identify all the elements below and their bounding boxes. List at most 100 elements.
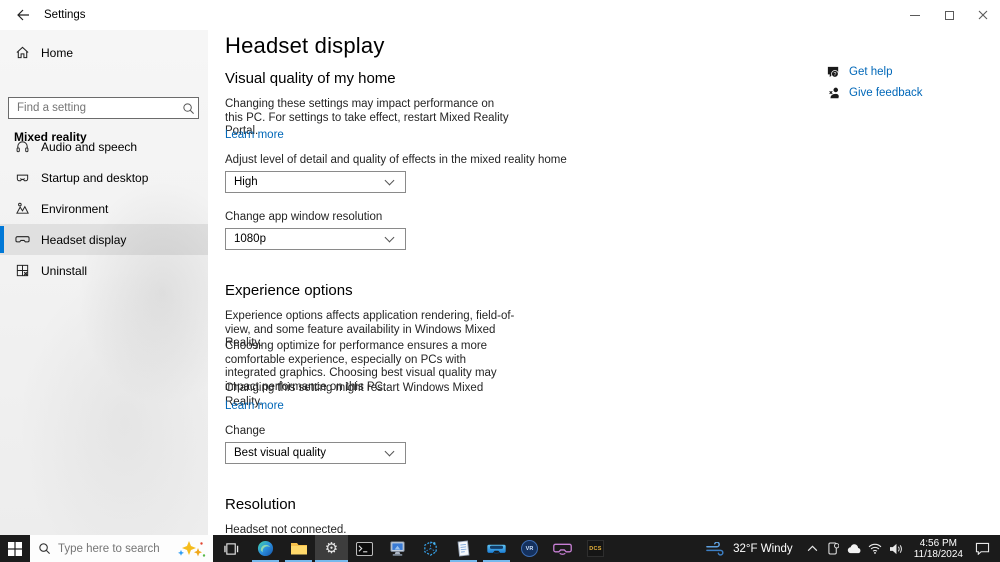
command-prompt-icon [356, 541, 373, 556]
get-help-label: Get help [849, 65, 893, 78]
give-feedback-link[interactable]: Give feedback [826, 85, 923, 100]
taskbar-search-input[interactable] [51, 542, 177, 555]
onedrive-tray-icon[interactable] [846, 535, 863, 562]
give-feedback-icon [826, 85, 841, 100]
speaker-icon [890, 543, 903, 554]
copilot-sparkle-icon[interactable] [177, 540, 207, 558]
settings-sidebar: Home Mixed reality Audio and speech Star… [0, 30, 208, 535]
audio-speech-icon [14, 139, 30, 155]
start-button[interactable] [0, 535, 30, 562]
taskbar-clock[interactable]: 4:56 PM 11/18/2024 [907, 538, 970, 560]
learn-more-link-2[interactable]: Learn more [225, 400, 284, 412]
taskbar-app-dcs[interactable]: DCS [579, 535, 612, 562]
change-label: Change [225, 425, 266, 437]
taskbar-app-vr-headset-tool[interactable] [546, 535, 579, 562]
settings-gear-icon: ⚙ [324, 540, 339, 557]
sidebar-item-label: Environment [41, 201, 109, 216]
minimize-button[interactable] [898, 0, 932, 30]
action-center-icon [975, 542, 989, 555]
windows-logo-icon [8, 541, 22, 556]
chevron-down-icon [384, 175, 395, 186]
minimize-icon [910, 14, 920, 16]
uninstall-icon [14, 263, 30, 279]
sidebar-item-uninstall[interactable]: Uninstall [0, 255, 208, 286]
get-help-link[interactable]: ? Get help [826, 64, 892, 79]
chevron-down-icon [384, 446, 395, 457]
sidebar-item-environment[interactable]: Environment [0, 193, 208, 224]
experience-options-heading: Experience options [225, 282, 353, 299]
detail-quality-dropdown[interactable]: High [225, 171, 406, 193]
sidebar-item-label: Startup and desktop [41, 170, 149, 185]
task-view-button[interactable] [213, 535, 249, 562]
back-arrow-icon [17, 9, 29, 21]
file-explorer-icon [290, 543, 307, 555]
vr-app-icon: VR [521, 540, 538, 557]
taskbar-search[interactable] [30, 535, 213, 562]
windy-weather-icon [706, 541, 724, 556]
sidebar-item-label: Headset display [41, 232, 127, 247]
title-bar: Settings [0, 0, 1000, 30]
sidebar-item-home[interactable]: Home [0, 37, 208, 68]
remote-computer-icon [390, 540, 405, 556]
environment-icon [14, 201, 30, 217]
back-button[interactable] [6, 0, 40, 30]
search-input[interactable] [9, 102, 178, 114]
settings-window: Settings Home Mixed reality [0, 0, 1000, 562]
cloud-icon [847, 543, 861, 553]
sidebar-item-label: Uninstall [41, 263, 88, 278]
sidebar-item-label: Home [41, 45, 74, 60]
phone-link-tray-icon[interactable] [825, 535, 842, 562]
app-resolution-value: 1080p [234, 233, 266, 245]
taskbar-app-notepad[interactable] [447, 535, 480, 562]
sidebar-item-headset-display[interactable]: Headset display [0, 224, 208, 255]
wifi-icon [868, 543, 882, 554]
volume-tray-icon[interactable] [888, 535, 905, 562]
taskbar-app-3d-viewer[interactable] [414, 535, 447, 562]
maximize-button[interactable] [932, 0, 966, 30]
clock-date: 11/18/2024 [913, 548, 963, 560]
taskbar-app-file-explorer[interactable] [282, 535, 315, 562]
vr-headset-outline-icon [553, 543, 572, 555]
resolution-heading: Resolution [225, 496, 296, 513]
close-icon [978, 10, 988, 20]
get-help-icon: ? [826, 64, 841, 79]
mixed-reality-portal-icon [487, 544, 506, 554]
phone-icon [828, 542, 839, 555]
edge-icon [257, 540, 274, 557]
taskbar-app-vr[interactable]: VR [513, 535, 546, 562]
close-button[interactable] [966, 0, 1000, 30]
learn-more-link-1[interactable]: Learn more [225, 129, 284, 141]
chevron-down-icon [384, 232, 395, 243]
startup-desktop-icon [14, 170, 30, 186]
maximize-icon [944, 10, 954, 20]
search-icon[interactable] [178, 102, 198, 115]
page-title: Headset display [225, 33, 385, 58]
headset-display-icon [14, 232, 30, 248]
taskbar-app-remote-computer[interactable] [381, 535, 414, 562]
sidebar-item-startup-and-desktop[interactable]: Startup and desktop [0, 162, 208, 193]
sidebar-item-audio-and-speech[interactable]: Audio and speech [0, 131, 208, 162]
app-resolution-dropdown[interactable]: 1080p [225, 228, 406, 250]
weather-text: 32°F Windy [733, 542, 793, 555]
visual-quality-heading: Visual quality of my home [225, 70, 396, 87]
detail-quality-value: High [234, 176, 258, 188]
svg-text:?: ? [833, 72, 836, 78]
taskbar-app-command-prompt[interactable] [348, 535, 381, 562]
dcs-icon: DCS [587, 540, 604, 557]
change-value: Best visual quality [234, 447, 327, 459]
taskbar-app-edge[interactable] [249, 535, 282, 562]
tray-expand-button[interactable] [804, 535, 821, 562]
action-center-button[interactable] [970, 535, 994, 562]
taskbar-weather-widget[interactable]: 32°F Windy [697, 541, 802, 556]
wifi-tray-icon[interactable] [867, 535, 884, 562]
change-dropdown[interactable]: Best visual quality [225, 442, 406, 464]
give-feedback-label: Give feedback [849, 86, 923, 99]
3d-viewer-icon [424, 541, 437, 556]
settings-search[interactable] [8, 97, 199, 119]
taskbar-app-settings[interactable]: ⚙ [315, 535, 348, 562]
taskbar-search-icon [38, 542, 51, 555]
taskbar: ⚙ [0, 535, 1000, 562]
taskbar-app-mixed-reality-portal[interactable] [480, 535, 513, 562]
notepad-icon [457, 540, 470, 557]
home-icon [14, 45, 30, 61]
